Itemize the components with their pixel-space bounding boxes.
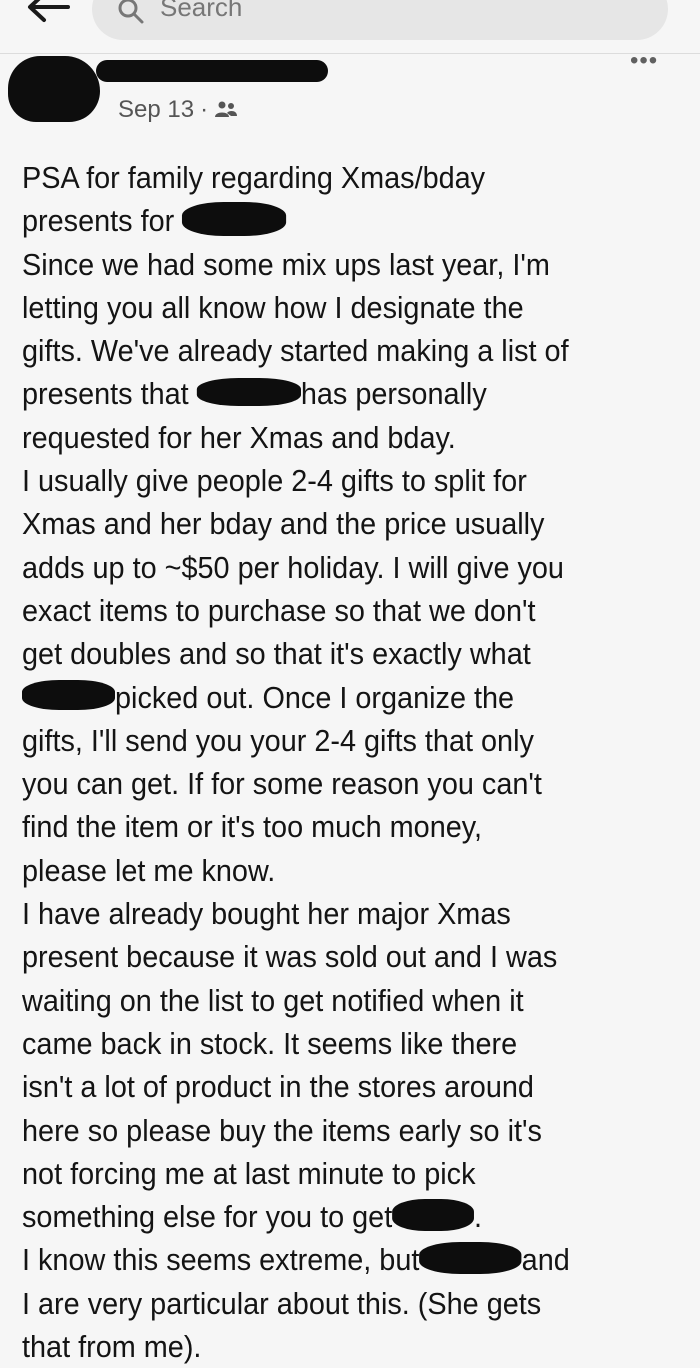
redaction-mark xyxy=(196,378,301,407)
post-line: came back in stock. It seems like there xyxy=(22,1025,518,1061)
post-line: waiting on the list to get notified when… xyxy=(22,982,524,1018)
post-line: something else for you to get. xyxy=(22,1198,483,1235)
redaction-mark xyxy=(392,1198,475,1231)
search-input[interactable]: Search xyxy=(92,0,668,40)
meta-separator: · xyxy=(200,96,209,123)
post-line: requested for her Xmas and bday. xyxy=(22,419,456,455)
friends-icon xyxy=(215,101,238,117)
search-icon xyxy=(118,0,144,24)
post-line: Since we had some mix ups last year, I'm xyxy=(22,246,550,282)
post-line: adds up to ~$50 per holiday. I will give… xyxy=(22,549,564,585)
top-bar: Search xyxy=(0,0,700,46)
post-meta: Sep 13 · xyxy=(118,96,238,124)
post-line: isn't a lot of product in the stores aro… xyxy=(22,1069,534,1105)
post-line: find the item or it's too much money, xyxy=(22,809,483,845)
divider xyxy=(0,53,700,54)
search-placeholder: Search xyxy=(160,0,243,22)
post-body: PSA for family regarding Xmas/bday prese… xyxy=(22,156,645,1368)
post-line: gifts, I'll send you your 2-4 gifts that… xyxy=(22,722,534,758)
post-line: here so please buy the items early so it… xyxy=(22,1112,542,1148)
post-line: I usually give people 2-4 gifts to split… xyxy=(22,463,527,499)
post-line: I are very particular about this. (She g… xyxy=(22,1285,542,1321)
redaction-mark xyxy=(182,202,287,237)
post-line: PSA for family regarding Xmas/bday xyxy=(22,160,486,195)
post-line: you can get. If for some reason you can'… xyxy=(22,766,542,802)
post-line: Xmas and her bday and the price usually xyxy=(22,506,545,542)
redaction-mark xyxy=(419,1242,522,1275)
post-line: picked out. Once I organize the xyxy=(22,676,645,719)
post-line: I know this seems extreme, but and xyxy=(22,1242,570,1278)
post-line: present because it was sold out and I wa… xyxy=(22,939,558,975)
more-options-icon[interactable]: ••• xyxy=(630,49,658,73)
post-line: not forcing me at last minute to pick xyxy=(22,1155,476,1191)
post-line: that from me). xyxy=(22,1329,202,1365)
back-arrow-icon[interactable] xyxy=(24,0,72,24)
redaction-mark xyxy=(22,680,115,711)
post-line: get doubles and so that it's exactly wha… xyxy=(22,636,531,672)
post-line: gifts. We've already started making a li… xyxy=(22,333,569,369)
post-line: I have already bought her major Xmas xyxy=(22,896,511,932)
avatar[interactable] xyxy=(8,56,100,122)
post-line: presents that has personally xyxy=(22,376,487,412)
post-line: exact items to purchase so that we don't xyxy=(22,592,536,628)
post-line: letting you all know how I designate the xyxy=(22,289,524,325)
post-date[interactable]: Sep 13 xyxy=(118,96,194,124)
post-line: presents for xyxy=(22,199,645,242)
post-line: please let me know. xyxy=(22,852,276,888)
author-name-redaction[interactable] xyxy=(96,60,328,82)
